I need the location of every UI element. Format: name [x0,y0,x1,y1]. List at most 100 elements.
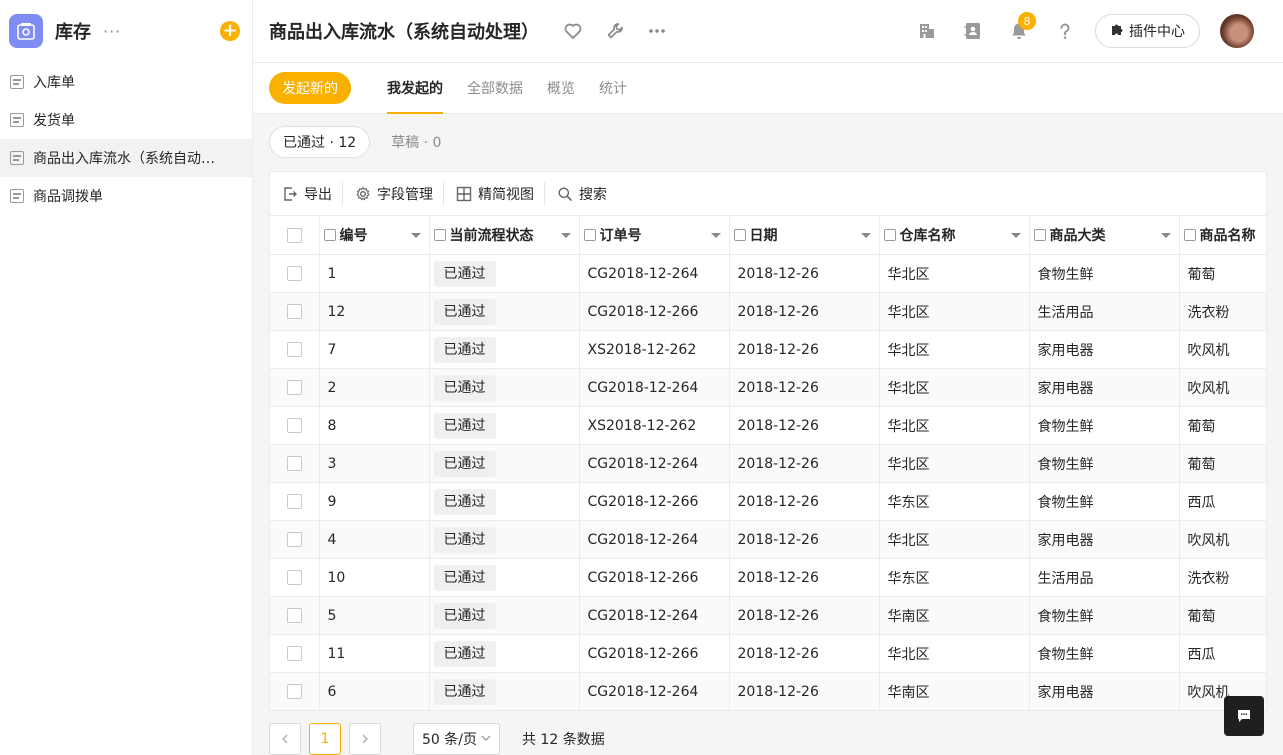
cell-order-number: CG2018-12-266 [579,482,730,521]
text-field-icon [1033,229,1046,241]
row-checkbox[interactable] [286,456,302,471]
more-icon[interactable] [647,21,667,41]
table-row[interactable]: 4 已通过 CG2018-12-264 2018-12-26 华北区 家用电器 吹风机 [270,520,1266,559]
help-icon[interactable] [1055,21,1075,41]
status-field-icon [433,229,446,241]
column-header-status[interactable]: 当前流程状态 [429,216,580,255]
table-row[interactable]: 1 已通过 CG2018-12-264 2018-12-26 华北区 食物生鲜 葡萄 [270,254,1266,293]
row-select-cell [270,368,320,407]
page-number-button[interactable]: 1 [309,723,341,755]
next-page-button[interactable] [349,723,381,755]
app-more-icon[interactable]: ··· [103,22,121,41]
sidebar-item-stock-flow[interactable]: 商品出入库流水（系统自动处理） [0,139,252,177]
table-row[interactable]: 7 已通过 XS2018-12-262 2018-12-26 华北区 家用电器 吹风机 [270,330,1266,369]
cell-id: 7 [319,330,430,369]
table-row[interactable]: 3 已通过 CG2018-12-264 2018-12-26 华北区 食物生鲜 葡萄 [270,444,1266,483]
select-all-checkbox[interactable] [286,227,302,243]
table-row[interactable]: 12 已通过 CG2018-12-266 2018-12-26 华北区 生活用品 洗衣粉 [270,292,1266,331]
sidebar-item-transfer[interactable]: 商品调拨单 [0,177,252,215]
field-management-button[interactable]: 字段管理 [353,182,443,206]
number-field-icon [323,229,336,241]
row-checkbox[interactable] [286,304,302,319]
tab-all-data[interactable]: 全部数据 [467,63,523,114]
row-checkbox[interactable] [286,342,302,357]
row-checkbox[interactable] [286,570,302,585]
row-checkbox[interactable] [286,646,302,661]
cell-warehouse: 华东区 [879,482,1030,521]
chat-icon [1238,710,1250,722]
column-header-id[interactable]: 编号 [319,216,430,255]
row-checkbox[interactable] [286,418,302,433]
tab-overview[interactable]: 概览 [547,63,575,114]
chat-button[interactable] [1224,696,1264,736]
sort-caret-icon[interactable] [1010,233,1021,238]
cell-id: 3 [319,444,430,483]
column-label: 日期 [749,228,778,244]
row-checkbox[interactable] [286,684,302,699]
export-button[interactable]: 导出 [280,182,342,206]
cell-category: 家用电器 [1029,520,1180,559]
row-checkbox[interactable] [286,380,302,395]
cell-order-number: CG2018-12-266 [579,634,730,673]
table-row[interactable]: 9 已通过 CG2018-12-266 2018-12-26 华东区 食物生鲜 西瓜 [270,482,1266,521]
table-row[interactable]: 10 已通过 CG2018-12-266 2018-12-26 华东区 生活用品 洗衣粉 [270,558,1266,597]
app-logo-icon[interactable] [9,14,43,48]
row-checkbox[interactable] [286,494,302,509]
page-size-select[interactable]: 50 条/页 [413,723,500,755]
wrench-icon[interactable] [605,21,625,41]
table-row[interactable]: 6 已通过 CG2018-12-264 2018-12-26 华南区 家用电器 吹风机 [270,672,1266,710]
row-checkbox[interactable] [286,608,302,623]
cell-date: 2018-12-26 [729,292,880,331]
sort-caret-icon[interactable] [560,233,571,238]
sidebar-item-shipping[interactable]: 发货单 [0,101,252,139]
row-checkbox[interactable] [286,266,302,281]
organization-icon[interactable] [917,21,937,41]
filter-draft[interactable]: 草稿 · 0 [378,126,454,158]
sort-caret-icon[interactable] [410,233,421,238]
table-row[interactable]: 11 已通过 CG2018-12-266 2018-12-26 华北区 食物生鲜 西瓜 [270,634,1266,673]
search-button[interactable]: 搜索 [555,182,617,206]
cell-category: 家用电器 [1029,330,1180,369]
column-header-product[interactable]: 商品名称 [1179,216,1266,255]
notification-badge: 8 [1018,12,1036,30]
chevron-right-icon [362,734,368,744]
user-avatar[interactable] [1220,14,1254,48]
sort-caret-icon[interactable] [710,233,721,238]
add-form-button[interactable]: + [220,21,240,41]
cell-status: 已通过 [429,520,580,559]
cell-warehouse: 华北区 [879,254,1030,293]
sort-caret-icon[interactable] [1160,233,1171,238]
compact-view-button[interactable]: 精简视图 [454,182,544,206]
column-header-date[interactable]: 日期 [729,216,880,255]
sort-caret-icon[interactable] [860,233,871,238]
cell-id: 4 [319,520,430,559]
status-badge: 已通过 [433,412,496,439]
table-row[interactable]: 2 已通过 CG2018-12-264 2018-12-26 华北区 家用电器 吹风机 [270,368,1266,407]
plugin-center-button[interactable]: 插件中心 [1095,14,1200,48]
table-row[interactable]: 5 已通过 CG2018-12-264 2018-12-26 华南区 食物生鲜 葡萄 [270,596,1266,635]
prev-page-button[interactable] [269,723,301,755]
cell-id: 1 [319,254,430,293]
row-checkbox[interactable] [286,532,302,547]
cell-category: 家用电器 [1029,672,1180,710]
row-select-cell [270,406,320,445]
sidebar-item-inbound[interactable]: 入库单 [0,63,252,101]
notification-bell-icon[interactable]: 8 [1009,12,1036,41]
cell-category: 食物生鲜 [1029,482,1180,521]
column-header-warehouse[interactable]: 仓库名称 [879,216,1030,255]
contacts-icon[interactable] [963,21,983,41]
status-badge: 已通过 [433,298,496,325]
filter-approved[interactable]: 已通过 · 12 [269,126,371,158]
tab-mine[interactable]: 我发起的 [387,63,443,114]
sidebar-item-label: 入库单 [33,75,75,91]
favorite-icon[interactable] [563,21,583,41]
export-icon [284,186,297,201]
start-new-button[interactable]: 发起新的 [269,72,351,104]
table-row[interactable]: 8 已通过 XS2018-12-262 2018-12-26 华北区 食物生鲜 葡萄 [270,406,1266,445]
status-badge: 已通过 [433,678,496,705]
column-header-category[interactable]: 商品大类 [1029,216,1180,255]
tab-statistics[interactable]: 统计 [599,63,627,114]
column-header-order[interactable]: 订单号 [579,216,730,255]
cell-order-number: CG2018-12-266 [579,292,730,331]
cell-id: 11 [319,634,430,673]
